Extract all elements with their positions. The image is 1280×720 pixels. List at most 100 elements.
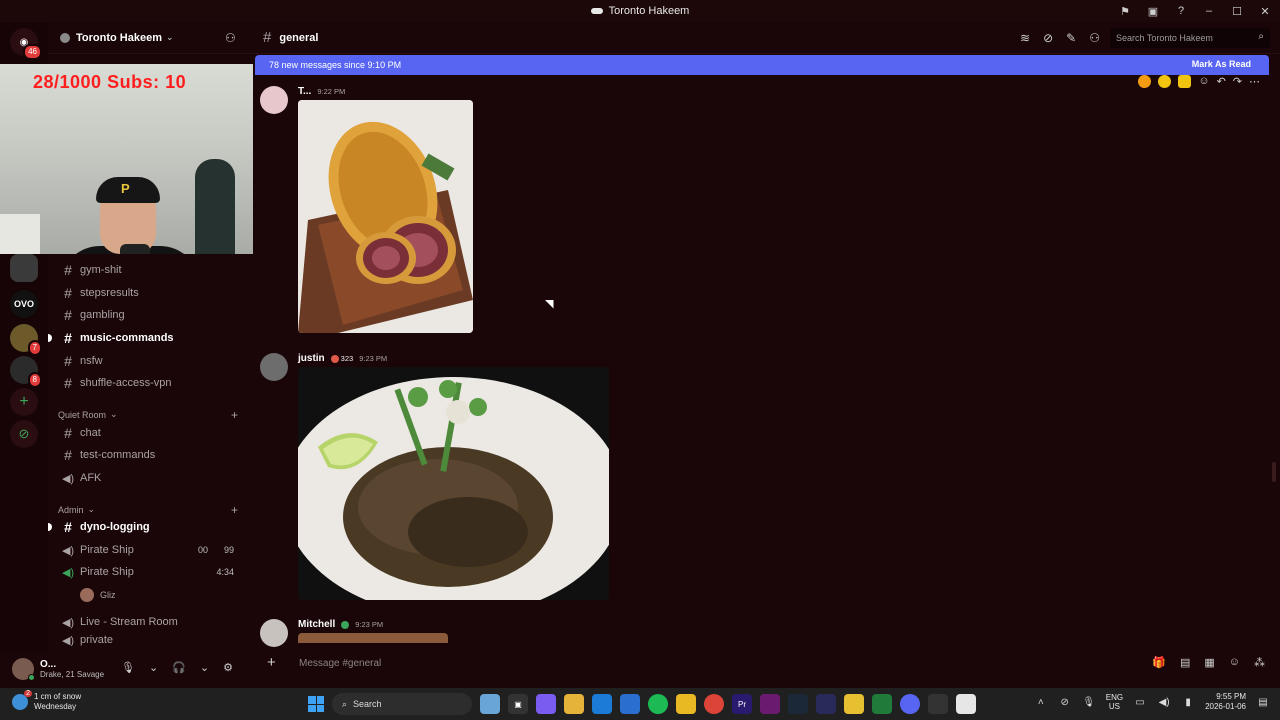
apps-icon[interactable]: ⁂ xyxy=(1254,656,1265,669)
sticker-icon[interactable]: ▦ xyxy=(1204,656,1214,669)
reaction-laugh-icon[interactable] xyxy=(1158,75,1172,88)
language-indicator[interactable]: ENG US xyxy=(1106,693,1123,711)
server-icon-ovo[interactable]: OVO xyxy=(10,290,38,318)
author-name[interactable]: justin xyxy=(298,353,325,364)
channel-chat[interactable]: # chat xyxy=(56,422,246,444)
flag-icon[interactable]: ⚑ xyxy=(1118,4,1132,18)
category-quiet-room[interactable]: Quiet Room ⌄ + xyxy=(58,408,238,422)
channel-pirate-ship-1[interactable]: ◀) Pirate Ship 00 99 xyxy=(56,539,246,561)
minimize-button[interactable]: – xyxy=(1202,4,1216,18)
mute-icon[interactable]: ⊘ xyxy=(1043,31,1053,45)
avatar[interactable] xyxy=(260,353,288,381)
clock[interactable]: 9:55 PM 2026-01-06 xyxy=(1205,692,1246,712)
channel-shuffle-access-vpn[interactable]: # shuffle-access-vpn xyxy=(56,372,246,394)
add-reaction-icon[interactable]: ☺ xyxy=(1198,75,1209,88)
microphone-icon[interactable]: 🎙 xyxy=(121,661,135,674)
channel-pirate-ship-2[interactable]: ◀) Pirate Ship 4:34 xyxy=(56,561,246,583)
category-admin[interactable]: Admin ⌄ + xyxy=(58,503,238,517)
chevron-down-icon[interactable]: ⌄ xyxy=(149,661,158,674)
widgets-icon[interactable] xyxy=(480,694,500,714)
channel-dyno-logging[interactable]: # dyno-logging xyxy=(48,516,246,538)
taskbar-search[interactable]: ⌕ Search xyxy=(332,693,472,715)
message-image-fried-crickets[interactable] xyxy=(298,367,609,600)
emoji-icon[interactable]: ☺ xyxy=(1229,656,1240,669)
scrollbar-thumb[interactable] xyxy=(1272,462,1276,482)
channel-live-stream-room[interactable]: ◀) Live - Stream Room xyxy=(56,611,246,633)
channel-gym-shit[interactable]: # gym-shit xyxy=(56,259,246,281)
chevron-down-icon[interactable]: ⌄ xyxy=(200,661,209,674)
add-server-button[interactable]: + xyxy=(10,388,38,416)
reply-icon[interactable]: ↶ xyxy=(1217,75,1226,88)
file-explorer-icon[interactable] xyxy=(564,694,584,714)
camera-off-icon[interactable]: ⊘ xyxy=(1058,696,1072,708)
message-composer[interactable]: + Message #general 🎁 ▤ ▦ ☺ ⁂ xyxy=(255,650,1269,676)
channel-nsfw[interactable]: # nsfw xyxy=(56,350,246,372)
edge-icon[interactable] xyxy=(592,694,612,714)
excel-icon[interactable] xyxy=(872,694,892,714)
maximize-button[interactable]: ☐ xyxy=(1230,4,1244,18)
message-image-partial[interactable] xyxy=(298,633,448,643)
channel-stepsresults[interactable]: # stepsresults xyxy=(56,282,246,304)
reaction-thumbs-down-icon[interactable] xyxy=(1178,75,1192,88)
channel-test-commands[interactable]: # test-commands xyxy=(56,444,246,466)
add-channel-icon[interactable]: + xyxy=(231,503,238,517)
gif-icon[interactable]: ▤ xyxy=(1180,656,1190,669)
notepad-icon[interactable] xyxy=(620,694,640,714)
volume-icon[interactable]: ◀) xyxy=(1157,696,1171,708)
pin-icon[interactable]: ✎ xyxy=(1066,31,1076,45)
server-icon-1[interactable] xyxy=(10,254,38,282)
attach-plus-icon[interactable]: + xyxy=(267,654,276,671)
headphones-icon[interactable]: 🎧 xyxy=(172,661,186,674)
reaction-fire-icon[interactable] xyxy=(1138,75,1152,88)
new-messages-bar[interactable]: 78 new messages since 9:10 PM Mark As Re… xyxy=(255,55,1269,75)
search-input[interactable]: Search Toronto Hakeem ⌕ xyxy=(1110,28,1270,48)
channel-gambling[interactable]: # gambling xyxy=(56,304,246,326)
server-icon-2[interactable]: 7 xyxy=(10,324,42,356)
author-name[interactable]: Mitchell xyxy=(298,619,335,630)
mic-tray-icon[interactable]: 🎙 xyxy=(1082,696,1096,708)
gear-icon[interactable]: ⚙ xyxy=(223,661,233,674)
app-icon-doc[interactable] xyxy=(956,694,976,714)
chevron-up-icon[interactable]: ˄ xyxy=(1034,696,1048,708)
network-icon[interactable]: ▭ xyxy=(1133,696,1147,708)
obs-icon[interactable] xyxy=(928,694,948,714)
forward-icon[interactable]: ↷ xyxy=(1233,75,1242,88)
battery-icon[interactable]: ▮ xyxy=(1181,696,1195,708)
author-name[interactable]: T... xyxy=(298,86,311,97)
task-view-icon[interactable]: ▣ xyxy=(508,694,528,714)
copilot-icon[interactable] xyxy=(536,694,556,714)
avatar[interactable] xyxy=(260,619,288,647)
start-button[interactable] xyxy=(308,696,324,712)
notifications-icon[interactable]: ▤ xyxy=(1256,696,1270,708)
channel-private[interactable]: ◀) private xyxy=(56,634,246,646)
member-list-icon[interactable]: ⚇ xyxy=(1089,31,1100,45)
premiere-icon[interactable]: Pr xyxy=(732,694,752,714)
spotify-icon[interactable] xyxy=(648,694,668,714)
steam-icon[interactable] xyxy=(788,694,808,714)
app-icon-shield[interactable] xyxy=(816,694,836,714)
message-input[interactable]: Message #general xyxy=(299,658,381,669)
gift-icon[interactable]: 🎁 xyxy=(1152,656,1166,669)
channel-music-commands[interactable]: # music-commands xyxy=(48,327,246,349)
app-icon-next[interactable] xyxy=(760,694,780,714)
weather-widget[interactable]: 2 1 cm of snow Wednesday xyxy=(12,690,81,712)
channel-afk[interactable]: ◀) AFK xyxy=(56,467,246,489)
discord-taskbar-icon[interactable] xyxy=(900,694,920,714)
inbox-icon[interactable]: ▣ xyxy=(1146,4,1160,18)
avatar[interactable] xyxy=(260,86,288,114)
voice-member-gliz[interactable]: Gliz xyxy=(76,584,246,606)
close-button[interactable]: ✕ xyxy=(1258,4,1272,18)
message-image-beef-wellington[interactable] xyxy=(298,100,473,333)
server-icon-3[interactable]: 8 xyxy=(10,356,42,388)
mark-as-read-button[interactable]: Mark As Read xyxy=(1192,59,1251,69)
help-icon[interactable]: ? xyxy=(1174,4,1188,18)
avatar[interactable] xyxy=(12,658,35,681)
app-icon-warning[interactable] xyxy=(844,694,864,714)
add-channel-icon[interactable]: + xyxy=(231,408,238,422)
app-icon-bee[interactable] xyxy=(676,694,696,714)
user-info[interactable]: O... Drake, 21 Savage xyxy=(40,659,104,679)
home-button[interactable]: ◉ 46 xyxy=(10,28,42,60)
threads-icon[interactable]: ≋ xyxy=(1020,31,1030,45)
explore-button[interactable]: ⊘ xyxy=(10,420,38,448)
more-icon[interactable]: ⋯ xyxy=(1249,75,1260,88)
